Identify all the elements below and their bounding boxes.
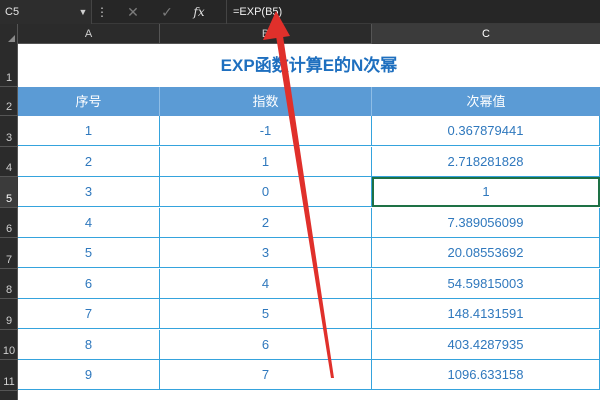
vertical-dots-icon[interactable]: ⋮ — [93, 0, 111, 24]
cell-index[interactable]: 7 — [18, 299, 160, 329]
cell-index[interactable]: 9 — [18, 360, 160, 390]
row-header-bar: 1 2 3 4 5 6 7 8 9 10 11 — [0, 44, 18, 400]
close-icon[interactable]: ✕ — [122, 0, 144, 24]
cell-exponent[interactable]: 0 — [160, 177, 372, 207]
cell-index[interactable]: 8 — [18, 330, 160, 360]
cell-exponent[interactable]: 2 — [160, 208, 372, 238]
column-header-a[interactable]: A — [18, 24, 160, 44]
active-cell[interactable]: 1 — [372, 177, 600, 207]
cell-power-value[interactable]: 403.4287935 — [372, 330, 600, 360]
worksheet-grid: EXP函数计算E的N次幂 序号 指数 次幂值 1 -1 0.367879441 … — [18, 44, 600, 400]
cell-power-value[interactable]: 148.4131591 — [372, 299, 600, 329]
cell-exponent[interactable]: -1 — [160, 116, 372, 146]
cell-index[interactable]: 6 — [18, 269, 160, 299]
column-header-c[interactable]: C — [372, 24, 600, 44]
column-header-bar: A B C — [0, 24, 600, 44]
cell-exponent[interactable]: 5 — [160, 299, 372, 329]
cell-index[interactable]: 1 — [18, 116, 160, 146]
column-header-b[interactable]: B — [160, 24, 372, 44]
check-icon[interactable]: ✓ — [156, 0, 178, 24]
table-row: 6 4 54.59815003 — [18, 269, 600, 299]
chevron-down-icon[interactable]: ▼ — [76, 0, 90, 24]
cell-power-value[interactable]: 7.389056099 — [372, 208, 600, 238]
table-row: 3 0 1 — [18, 177, 600, 207]
insert-function-button[interactable]: fx — [186, 0, 212, 24]
row-header[interactable]: 11 — [0, 360, 18, 391]
table-row: 8 6 403.4287935 — [18, 330, 600, 360]
row-header[interactable]: 2 — [0, 87, 18, 116]
row-header[interactable]: 3 — [0, 116, 18, 147]
cell-index[interactable]: 3 — [18, 177, 160, 207]
row-header[interactable]: 7 — [0, 238, 18, 269]
sheet-title[interactable]: EXP函数计算E的N次幂 — [18, 44, 600, 87]
row-header[interactable]: 6 — [0, 208, 18, 238]
cell-power-value[interactable]: 1096.633158 — [372, 360, 600, 390]
header-power-value[interactable]: 次幂值 — [372, 87, 600, 116]
row-header[interactable]: 9 — [0, 299, 18, 330]
formula-input[interactable]: =EXP(B5) — [226, 0, 600, 24]
cell-index[interactable]: 5 — [18, 238, 160, 268]
table-row: 2 1 2.718281828 — [18, 147, 600, 177]
cell-exponent[interactable]: 4 — [160, 269, 372, 299]
cell-exponent[interactable]: 6 — [160, 330, 372, 360]
row-header[interactable]: 1 — [0, 44, 18, 87]
cell-power-value[interactable]: 0.367879441 — [372, 116, 600, 146]
row-header-selected[interactable]: 5 — [0, 177, 18, 208]
table-row: 5 3 20.08553692 — [18, 238, 600, 268]
row-header[interactable]: 10 — [0, 330, 18, 360]
row-header[interactable]: 4 — [0, 147, 18, 177]
cell-exponent[interactable]: 7 — [160, 360, 372, 390]
table-row: 4 2 7.389056099 — [18, 208, 600, 238]
cell-index[interactable]: 2 — [18, 147, 160, 177]
header-exponent[interactable]: 指数 — [160, 87, 372, 116]
cell-exponent[interactable]: 1 — [160, 147, 372, 177]
formula-bar: C5 ▼ ⋮ ✕ ✓ fx =EXP(B5) — [0, 0, 600, 24]
cell-exponent[interactable]: 3 — [160, 238, 372, 268]
select-all-button[interactable] — [0, 24, 18, 44]
header-index[interactable]: 序号 — [18, 87, 160, 116]
table-row: 7 5 148.4131591 — [18, 299, 600, 329]
row-header[interactable]: 8 — [0, 269, 18, 299]
cell-power-value[interactable]: 54.59815003 — [372, 269, 600, 299]
cell-power-value[interactable]: 20.08553692 — [372, 238, 600, 268]
table-header-row: 序号 指数 次幂值 — [18, 87, 600, 116]
table-row: 1 -1 0.367879441 — [18, 116, 600, 146]
cell-index[interactable]: 4 — [18, 208, 160, 238]
cell-power-value[interactable]: 2.718281828 — [372, 147, 600, 177]
table-row: 9 7 1096.633158 — [18, 360, 600, 390]
